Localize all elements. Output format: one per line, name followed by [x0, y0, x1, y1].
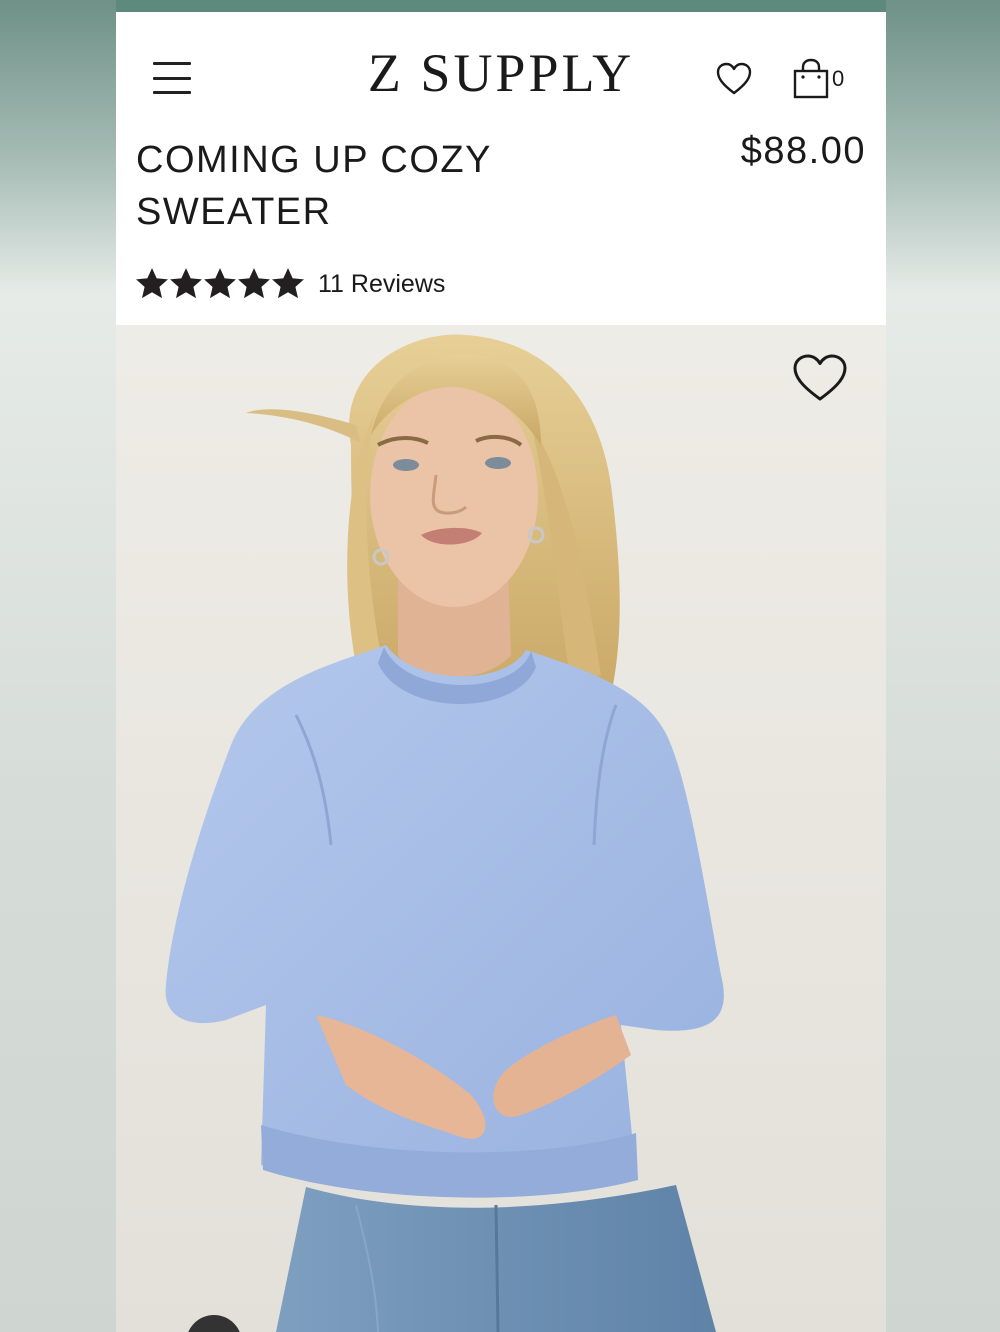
- menu-icon-line: [153, 62, 191, 65]
- menu-icon-line: [153, 91, 191, 94]
- product-page: Z SUPPLY 0 COMING UP COZY SWEATER $88.00…: [116, 12, 886, 1332]
- cart-button[interactable]: [792, 58, 832, 100]
- reviews-link[interactable]: 11 Reviews: [318, 270, 445, 299]
- model-photo: [165, 334, 724, 1332]
- brand-logo[interactable]: Z SUPPLY: [316, 46, 686, 100]
- product-title: COMING UP COZY SWEATER: [136, 139, 492, 233]
- wishlist-button[interactable]: [716, 62, 752, 96]
- menu-icon-line: [153, 76, 191, 80]
- star-icon: [170, 268, 202, 299]
- star-icon: [136, 268, 168, 299]
- menu-button[interactable]: [150, 58, 194, 98]
- product-price: $88.00: [740, 130, 866, 172]
- heart-icon: [793, 354, 847, 401]
- site-header: Z SUPPLY 0: [116, 12, 886, 132]
- star-icon: [238, 268, 270, 299]
- rating-summary[interactable]: 11 Reviews: [136, 264, 445, 304]
- shopping-bag-icon: [793, 58, 829, 99]
- star-rating: [136, 268, 304, 300]
- status-strip: [116, 0, 886, 12]
- cart-count: 0: [832, 66, 845, 91]
- product-image[interactable]: [116, 325, 886, 1332]
- star-icon: [204, 268, 236, 299]
- star-icon: [272, 268, 304, 299]
- image-wishlist-button[interactable]: [792, 353, 848, 403]
- heart-icon: [716, 62, 752, 95]
